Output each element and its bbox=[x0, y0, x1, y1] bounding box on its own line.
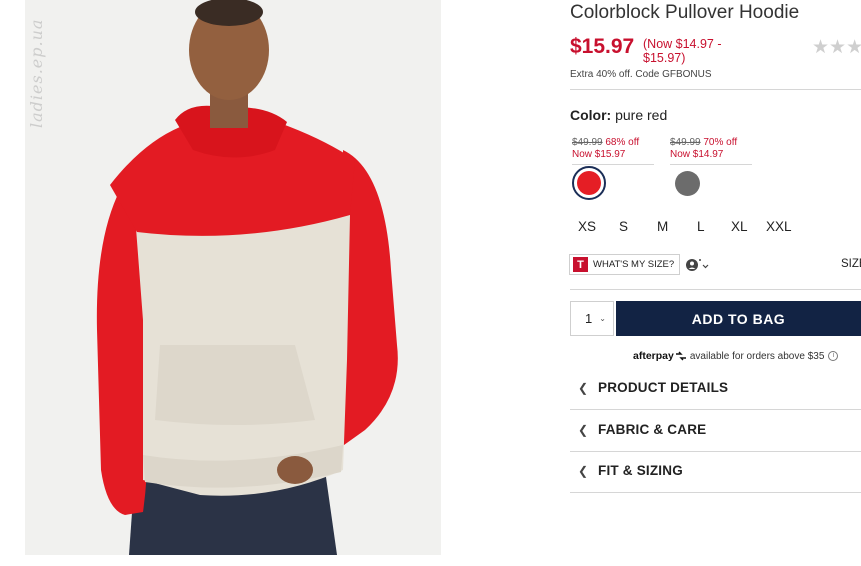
size-option-xxl[interactable]: XXL bbox=[766, 219, 792, 234]
accordion-label: FABRIC & CARE bbox=[598, 422, 707, 437]
size-chart-link[interactable]: SIZE bbox=[841, 258, 861, 270]
size-option-s[interactable]: S bbox=[619, 219, 628, 234]
promo-code-text: Extra 40% off. Code GFBONUS bbox=[570, 69, 712, 80]
rating-stars[interactable]: ★★★ bbox=[812, 36, 861, 59]
discount: 68% off bbox=[605, 137, 640, 148]
watermark-text: ladies.ep.ua bbox=[27, 18, 46, 128]
color-swatch-pure-red[interactable] bbox=[572, 166, 606, 200]
chevron-left-icon: ❮ bbox=[578, 463, 589, 478]
whats-my-size-button[interactable]: T WHAT'S MY SIZE? bbox=[569, 254, 680, 275]
product-title: Colorblock Pullover Hoodie bbox=[570, 2, 800, 23]
color-value: pure red bbox=[615, 107, 668, 123]
color-selection-label: Color: pure red bbox=[570, 107, 667, 123]
swatch-price-red: $49.99 68% off Now $15.97 bbox=[572, 137, 654, 165]
size-option-xl[interactable]: XL bbox=[731, 219, 748, 234]
whats-my-size-label: WHAT'S MY SIZE? bbox=[593, 259, 675, 270]
add-to-bag-button[interactable]: ADD TO BAG bbox=[616, 301, 861, 336]
accordion-fit-sizing[interactable]: ❮ FIT & SIZING bbox=[578, 463, 683, 478]
divider bbox=[570, 451, 861, 452]
was-price: $49.99 bbox=[572, 137, 603, 148]
chevron-left-icon: ❮ bbox=[578, 422, 589, 437]
divider bbox=[570, 492, 861, 493]
size-option-m[interactable]: M bbox=[657, 219, 668, 234]
current-price: $15.97 bbox=[570, 35, 635, 58]
divider bbox=[570, 89, 861, 90]
size-option-l[interactable]: L bbox=[697, 219, 705, 234]
accordion-label: FIT & SIZING bbox=[598, 463, 683, 478]
divider bbox=[570, 289, 861, 290]
swatch-price-grey: $49.99 70% off Now $14.97 bbox=[670, 137, 752, 165]
fit-profile-icon[interactable] bbox=[686, 257, 712, 273]
quantity-select[interactable]: 1 ⌄ bbox=[570, 301, 614, 336]
afterpay-text: available for orders above $35 bbox=[689, 350, 825, 362]
now-price: Now $14.97 bbox=[670, 149, 724, 160]
color-label: Color: bbox=[570, 107, 612, 123]
info-icon[interactable]: i bbox=[828, 351, 839, 361]
model-wearing-hoodie-illustration bbox=[25, 0, 441, 555]
now-price: Now $15.97 bbox=[572, 149, 626, 160]
discount: 70% off bbox=[703, 137, 738, 148]
divider bbox=[570, 409, 861, 410]
product-image[interactable]: ladies.ep.ua bbox=[25, 0, 441, 555]
accordion-label: PRODUCT DETAILS bbox=[598, 380, 729, 395]
quantity-value: 1 bbox=[585, 311, 593, 326]
accordion-product-details[interactable]: ❮ PRODUCT DETAILS bbox=[578, 380, 728, 395]
afterpay-message: afterpay available for orders above $35 … bbox=[633, 350, 839, 362]
chevron-down-icon: ⌄ bbox=[599, 314, 606, 323]
accordion-fabric-care[interactable]: ❮ FABRIC & CARE bbox=[578, 422, 706, 437]
afterpay-arrows-icon bbox=[675, 351, 686, 361]
size-option-xs[interactable]: XS bbox=[578, 219, 596, 234]
was-price: $49.99 bbox=[670, 137, 701, 148]
color-swatch-grey[interactable] bbox=[675, 171, 700, 196]
price-range: (Now $14.97 - $15.97) bbox=[643, 37, 722, 65]
chevron-left-icon: ❮ bbox=[578, 380, 589, 395]
true-fit-logo-icon: T bbox=[573, 257, 588, 272]
afterpay-logo: afterpay bbox=[633, 350, 674, 362]
